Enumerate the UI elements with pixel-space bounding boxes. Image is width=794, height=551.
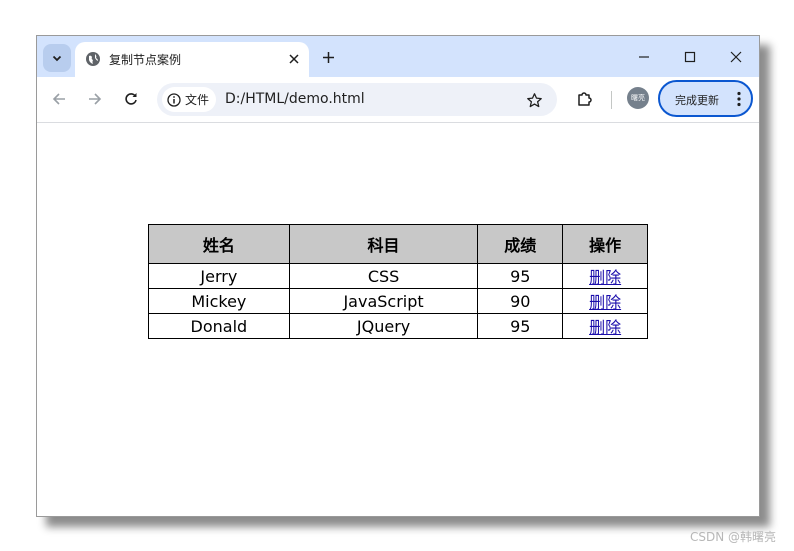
cell-name: Jerry: [148, 263, 290, 289]
update-label: 完成更新: [675, 94, 719, 107]
cell-action: 删除: [562, 263, 648, 289]
minimize-button[interactable]: [624, 42, 664, 72]
site-info-chip[interactable]: 文件: [162, 87, 216, 112]
watermark: CSDN @韩曙亮: [690, 530, 777, 544]
arrow-right-icon: [89, 93, 102, 105]
maximize-button[interactable]: [670, 42, 710, 72]
cell-name: Mickey: [148, 288, 290, 314]
page-content: 姓名 科目 成绩 操作 Jerry CSS 95 删除 Mickey JavaS…: [37, 123, 759, 516]
window-close-button[interactable]: [716, 42, 756, 72]
info-icon: [167, 92, 181, 107]
tab-strip: 复制节点案例: [37, 36, 759, 77]
reload-button[interactable]: [118, 86, 144, 112]
table-row: Donald JQuery 95 删除: [148, 313, 648, 339]
cell-name: Donald: [148, 313, 290, 339]
profile-avatar[interactable]: 曙亮: [627, 87, 649, 109]
more-vert-icon: [737, 91, 741, 107]
score-table: 姓名 科目 成绩 操作 Jerry CSS 95 删除 Mickey JavaS…: [148, 224, 648, 339]
tab-active[interactable]: 复制节点案例: [75, 42, 309, 77]
arrow-left-icon: [52, 93, 65, 105]
close-icon: [730, 51, 742, 63]
delete-link[interactable]: 删除: [589, 293, 621, 312]
delete-link[interactable]: 删除: [589, 268, 621, 287]
globe-icon: [86, 52, 100, 66]
tab-search-button[interactable]: [43, 44, 71, 72]
browser-window: 复制节点案例 文件 D:/HTML/demo.html 曙亮 完成更新 姓名 科…: [36, 35, 760, 517]
plus-icon: [322, 51, 334, 63]
header-score: 成绩: [477, 224, 564, 264]
url-text[interactable]: D:/HTML/demo.html: [225, 91, 365, 107]
header-action: 操作: [562, 224, 648, 264]
cell-score: 90: [477, 288, 564, 314]
back-button[interactable]: [46, 86, 72, 112]
toolbar: 文件 D:/HTML/demo.html 曙亮 完成更新: [37, 77, 759, 123]
maximize-icon: [684, 51, 696, 63]
cell-score: 95: [477, 313, 564, 339]
star-icon: [526, 92, 542, 107]
new-tab-button[interactable]: [317, 46, 339, 68]
menu-button[interactable]: [732, 89, 746, 109]
cell-subject: JavaScript: [288, 288, 479, 314]
cell-action: 删除: [562, 313, 648, 339]
table-header-row: 姓名 科目 成绩 操作: [148, 224, 648, 264]
bookmark-button[interactable]: [523, 89, 545, 111]
extensions-button[interactable]: [573, 87, 597, 111]
reload-icon: [125, 93, 137, 105]
cell-action: 删除: [562, 288, 648, 314]
table-row: Jerry CSS 95 删除: [148, 263, 648, 289]
tab-close-button[interactable]: [285, 50, 303, 68]
cell-subject: JQuery: [288, 313, 479, 339]
header-subject: 科目: [288, 224, 479, 264]
minimize-icon: [639, 56, 649, 58]
tab-title: 复制节点案例: [109, 53, 182, 67]
update-button[interactable]: 完成更新: [658, 80, 753, 117]
header-name: 姓名: [148, 224, 290, 264]
delete-link[interactable]: 删除: [589, 318, 621, 337]
cell-score: 95: [477, 263, 564, 289]
cell-subject: CSS: [288, 263, 479, 289]
chevron-down-icon: [52, 55, 62, 62]
address-bar[interactable]: 文件 D:/HTML/demo.html: [157, 83, 557, 116]
close-icon: [289, 54, 299, 64]
forward-button[interactable]: [82, 86, 108, 112]
puzzle-icon: [578, 92, 592, 106]
table-row: Mickey JavaScript 90 删除: [148, 288, 648, 314]
toolbar-divider: [611, 91, 612, 109]
site-chip-label: 文件: [185, 93, 210, 107]
